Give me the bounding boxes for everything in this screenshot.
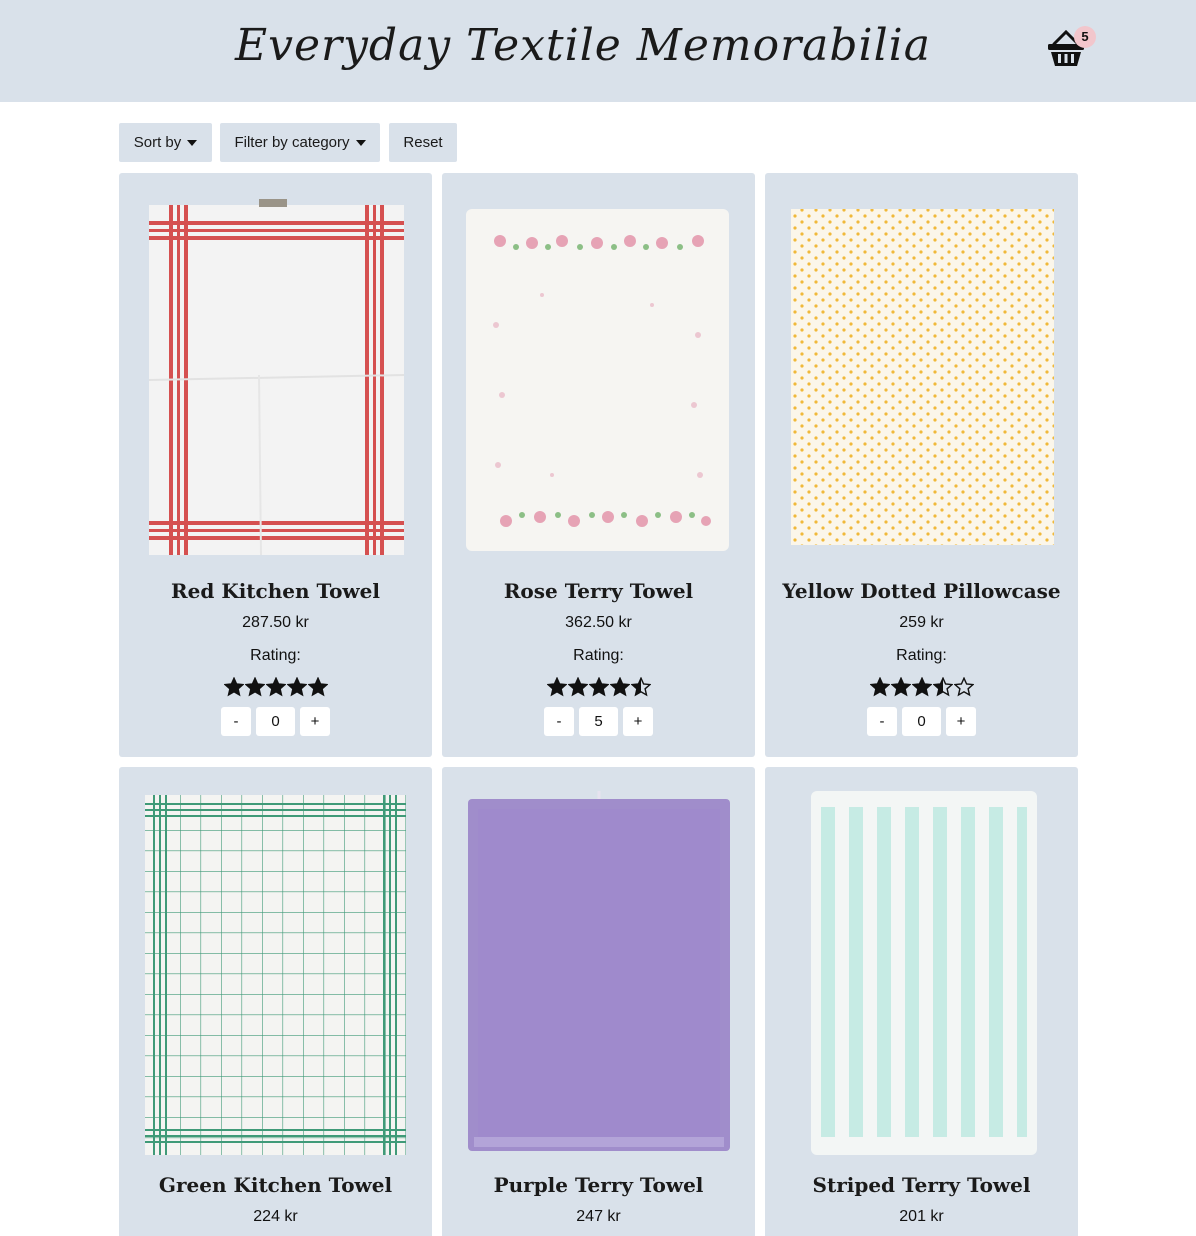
star-full-icon xyxy=(890,677,911,696)
star-full-icon xyxy=(911,677,932,696)
star-rating xyxy=(442,677,755,697)
star-rating xyxy=(765,677,1078,697)
rose-terry-towel-image xyxy=(466,209,729,551)
reset-button[interactable]: Reset xyxy=(389,123,457,162)
star-full-icon xyxy=(588,677,609,696)
rating-label: Rating: xyxy=(573,647,624,664)
increase-button[interactable]: + xyxy=(623,707,653,736)
rating-label: Rating: xyxy=(250,647,301,664)
star-full-icon xyxy=(286,677,307,696)
product-name: Purple Terry Towel xyxy=(493,1173,704,1197)
caret-down-icon xyxy=(187,139,198,146)
star-empty-icon xyxy=(953,677,974,696)
product-price: 287.50 kr xyxy=(242,614,309,631)
decrease-button[interactable]: - xyxy=(544,707,574,736)
product-price: 224 kr xyxy=(253,1208,298,1225)
quantity-value[interactable]: 5 xyxy=(579,707,618,736)
purple-terry-towel-image xyxy=(468,791,730,1151)
product-card[interactable]: Green Kitchen Towel 224 kr xyxy=(119,767,432,1236)
filter-category-label: Filter by category xyxy=(234,134,350,151)
star-rating xyxy=(119,677,432,697)
product-price: 362.50 kr xyxy=(565,614,632,631)
product-card[interactable]: Rose Terry Towel 362.50 kr Rating: - 5 + xyxy=(442,173,755,757)
sort-by-label: Sort by xyxy=(133,134,182,151)
star-full-icon xyxy=(546,677,567,696)
yellow-dotted-pillowcase-image xyxy=(791,209,1054,545)
product-card[interactable]: Striped Terry Towel 201 kr xyxy=(765,767,1078,1236)
site-title: Everyday Textile Memorabilia xyxy=(235,20,931,71)
product-price: 201 kr xyxy=(899,1208,944,1225)
product-name: Green Kitchen Towel xyxy=(158,1173,393,1197)
star-half-icon xyxy=(630,677,651,696)
product-price: 259 kr xyxy=(899,614,944,631)
decrease-button[interactable]: - xyxy=(867,707,897,736)
product-name: Yellow Dotted Pillowcase xyxy=(782,579,1061,603)
quantity-stepper: - 0 + xyxy=(765,707,1078,736)
star-full-icon xyxy=(869,677,890,696)
star-full-icon xyxy=(567,677,588,696)
red-kitchen-towel-image xyxy=(148,199,405,556)
product-price: 247 kr xyxy=(576,1208,621,1225)
increase-button[interactable]: + xyxy=(946,707,976,736)
rating-label: Rating: xyxy=(896,647,947,664)
product-name: Red Kitchen Towel xyxy=(171,579,380,603)
striped-terry-towel-image xyxy=(811,791,1037,1155)
star-full-icon xyxy=(223,677,244,696)
star-full-icon xyxy=(244,677,265,696)
green-kitchen-towel-image xyxy=(145,795,406,1155)
quantity-stepper: - 5 + xyxy=(442,707,755,736)
caret-down-icon xyxy=(355,139,366,146)
star-full-icon xyxy=(265,677,286,696)
quantity-stepper: - 0 + xyxy=(119,707,432,736)
product-card[interactable]: Red Kitchen Towel 287.50 kr Rating: - 0 … xyxy=(119,173,432,757)
quantity-value[interactable]: 0 xyxy=(256,707,295,736)
filter-category-button[interactable]: Filter by category xyxy=(220,123,380,162)
quantity-value[interactable]: 0 xyxy=(902,707,941,736)
product-card[interactable]: Purple Terry Towel 247 kr xyxy=(442,767,755,1236)
cart-button[interactable]: 5 xyxy=(1046,26,1096,72)
star-half-icon xyxy=(932,677,953,696)
star-full-icon xyxy=(307,677,328,696)
product-card[interactable]: Yellow Dotted Pillowcase 259 kr Rating: … xyxy=(765,173,1078,757)
cart-count-badge: 5 xyxy=(1074,26,1096,48)
decrease-button[interactable]: - xyxy=(221,707,251,736)
product-name: Striped Terry Towel xyxy=(812,1173,1031,1197)
product-name: Rose Terry Towel xyxy=(503,579,694,603)
star-full-icon xyxy=(609,677,630,696)
increase-button[interactable]: + xyxy=(300,707,330,736)
site-header: Everyday Textile Memorabilia 5 xyxy=(0,0,1196,102)
sort-by-button[interactable]: Sort by xyxy=(119,123,212,162)
